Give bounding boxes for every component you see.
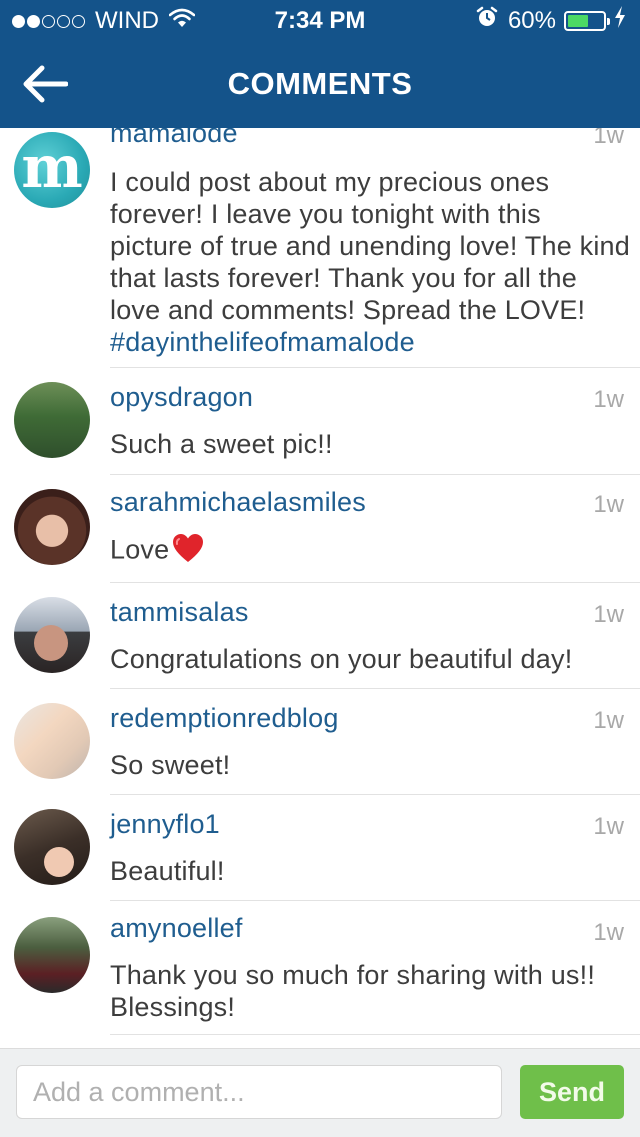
- divider: [110, 1034, 640, 1035]
- comment-item: tammisalas 1w Congratulations on your be…: [0, 583, 640, 689]
- comment-time: 1w: [593, 813, 624, 840]
- status-right: 60%: [476, 6, 626, 35]
- comment-item: amynoellef 1w Thank you so much for shar…: [0, 901, 640, 1035]
- alarm-icon: [476, 6, 498, 35]
- comment-composer: Send: [0, 1048, 640, 1137]
- battery-nub: [607, 17, 610, 25]
- avatar-letter: m: [21, 133, 83, 201]
- comment-item: jennyflo1 1w Beautiful!: [0, 795, 640, 901]
- comment-text: I could post about my precious ones fore…: [110, 166, 630, 358]
- comment-text: Such a sweet pic!!: [110, 429, 333, 459]
- status-bar: WIND 7:34 PM 60%: [0, 0, 640, 40]
- comment-time: 1w: [593, 707, 624, 734]
- signal-dot: [57, 14, 70, 28]
- comment-text: Beautiful!: [110, 856, 225, 886]
- avatar[interactable]: [14, 597, 90, 673]
- comment-item: m mamalode 1w I could post about my prec…: [0, 128, 640, 368]
- page-title: COMMENTS: [227, 66, 413, 101]
- comment-item: sarahmichaelasmiles 1w Love: [0, 475, 640, 583]
- comment-time: 1w: [593, 386, 624, 413]
- signal-dot: [12, 14, 25, 28]
- wifi-icon: [168, 7, 196, 35]
- comments-list[interactable]: m mamalode 1w I could post about my prec…: [0, 128, 640, 1048]
- comment-time: 1w: [593, 601, 624, 628]
- comment-username[interactable]: amynoellef: [110, 913, 243, 944]
- status-left: WIND: [12, 7, 196, 35]
- comment-username[interactable]: tammisalas: [110, 597, 249, 628]
- header: WIND 7:34 PM 60% COMMENTS: [0, 0, 640, 128]
- comment-time: 1w: [593, 128, 624, 149]
- battery-percent: 60%: [507, 6, 556, 34]
- heart-icon: [172, 533, 204, 570]
- comment-text: Thank you so much for sharing with us!! …: [110, 960, 596, 1022]
- signal-dot: [72, 14, 85, 28]
- charging-icon: [614, 6, 626, 35]
- avatar[interactable]: [14, 917, 90, 993]
- comment-username[interactable]: sarahmichaelasmiles: [110, 487, 366, 518]
- comment-username[interactable]: jennyflo1: [110, 809, 220, 840]
- comment-body: I could post about my precious ones fore…: [110, 167, 630, 325]
- nav-bar: COMMENTS: [0, 40, 640, 128]
- comment-item: redemptionredblog 1w So sweet!: [0, 689, 640, 795]
- hashtag-link[interactable]: #dayinthelifeofmamalode: [110, 327, 415, 357]
- comment-input[interactable]: [16, 1065, 502, 1119]
- avatar[interactable]: m: [14, 132, 90, 208]
- comment-username[interactable]: mamalode: [110, 128, 238, 149]
- comment-text: Love: [110, 533, 630, 570]
- battery-level: [568, 14, 589, 27]
- comment-username[interactable]: redemptionredblog: [110, 703, 339, 734]
- send-button[interactable]: Send: [520, 1065, 624, 1119]
- battery-icon: [564, 10, 610, 31]
- carrier-name: WIND: [95, 7, 159, 34]
- signal-dot: [42, 14, 55, 28]
- avatar[interactable]: [14, 489, 90, 565]
- comment-item: opysdragon 1w Such a sweet pic!!: [0, 368, 640, 475]
- comment-username[interactable]: opysdragon: [110, 382, 253, 413]
- avatar[interactable]: [14, 809, 90, 885]
- avatar[interactable]: [14, 382, 90, 458]
- comment-text: So sweet!: [110, 750, 231, 780]
- signal-strength: [12, 14, 87, 28]
- comment-body: Love: [110, 534, 170, 565]
- signal-dot: [27, 14, 40, 28]
- avatar[interactable]: [14, 703, 90, 779]
- comment-text: Congratulations on your beautiful day!: [110, 644, 573, 674]
- comment-time: 1w: [593, 919, 624, 946]
- comment-time: 1w: [593, 491, 624, 518]
